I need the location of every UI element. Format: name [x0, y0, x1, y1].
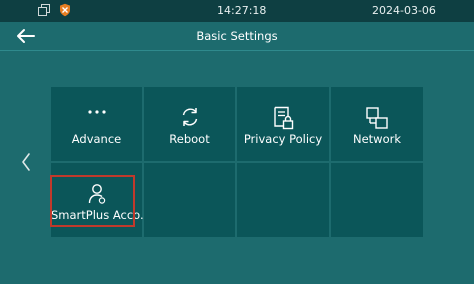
tile-label: Network [352, 132, 402, 146]
tile-empty [331, 163, 423, 237]
tile-smartplus-account[interactable]: SmartPlus Acco... [51, 163, 151, 237]
tile-label: Privacy Policy [243, 132, 323, 146]
tile-empty [237, 163, 329, 237]
tile-privacy-policy[interactable]: Privacy Policy [237, 87, 329, 161]
tile-advance[interactable]: Advance [51, 87, 142, 161]
user-icon [88, 184, 105, 204]
shield-icon [60, 3, 70, 17]
tile-empty [144, 163, 235, 237]
refresh-icon [182, 108, 197, 126]
status-time: 14:27:18 [217, 4, 267, 17]
tile-label: SmartPlus Acco... [51, 208, 151, 222]
tile-network[interactable]: Network [331, 87, 423, 161]
windows-icon [38, 4, 50, 16]
page-title: Basic Settings [196, 29, 278, 43]
chevron-left-icon[interactable] [20, 152, 32, 172]
status-date: 2024-03-06 [372, 4, 436, 17]
header-divider [0, 50, 474, 51]
privacy-lock-icon [274, 106, 294, 130]
more-dots-icon [87, 110, 106, 114]
tile-label: Reboot [169, 132, 210, 146]
tile-reboot[interactable]: Reboot [144, 87, 235, 161]
tile-label: Advance [71, 132, 122, 146]
status-bar: 14:27:18 2024-03-06 [0, 0, 474, 22]
network-icon [366, 107, 388, 129]
header: Basic Settings [0, 22, 474, 50]
